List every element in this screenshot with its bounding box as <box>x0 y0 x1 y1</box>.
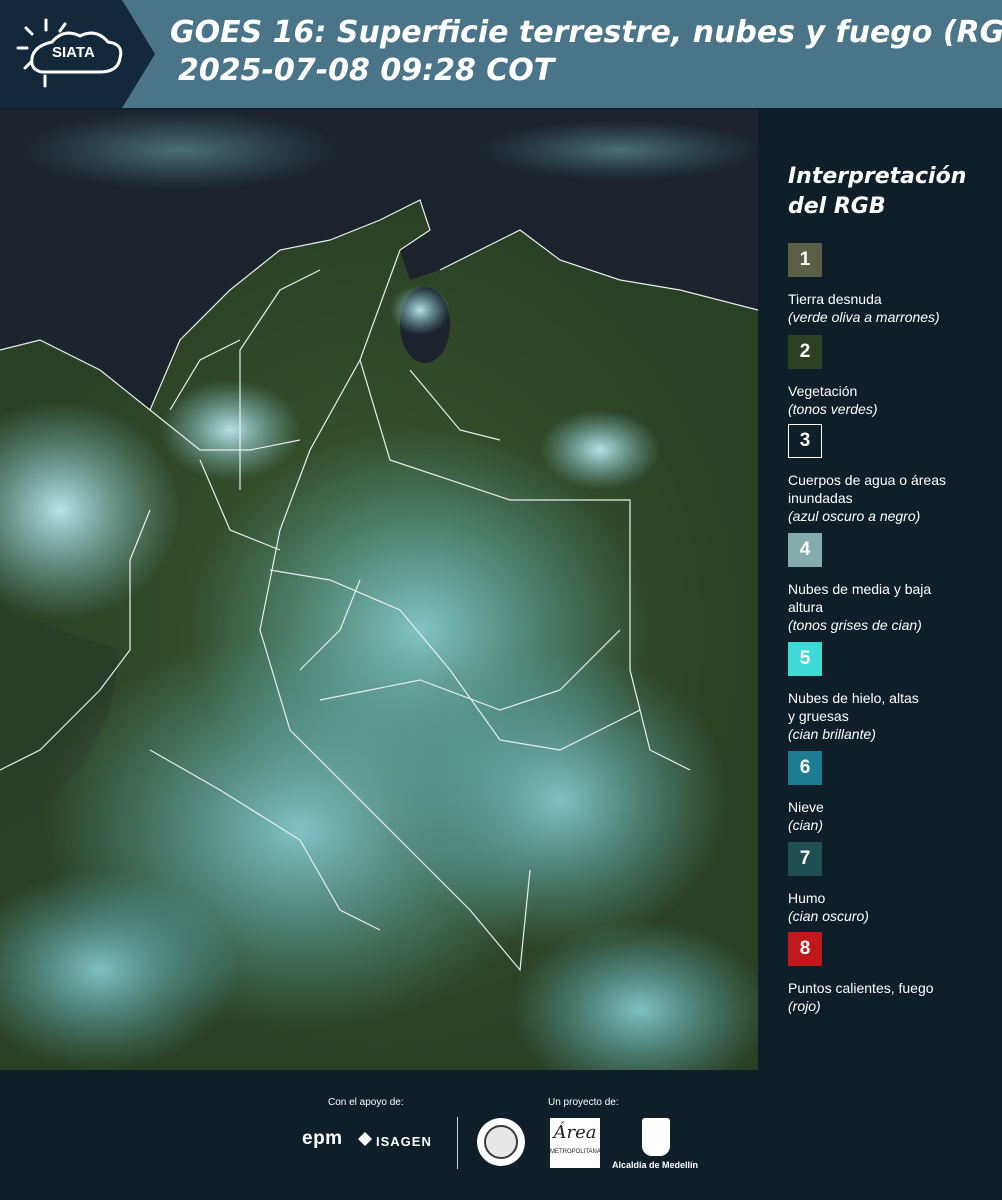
legend-label: Tierra desnuda <box>788 291 882 307</box>
header: SIATA GOES 16: Superficie terrestre, nub… <box>0 0 1002 108</box>
legend-desc: (cian) <box>788 817 824 833</box>
legend-item-5: 5 Nubes de hielo, altas y gruesas (cian … <box>788 642 1000 743</box>
legend-item-8: 8 Puntos calientes, fuego (rojo) <box>788 932 1000 1015</box>
title-line-2: 2025-07-08 09:28 COT <box>178 53 555 88</box>
legend-swatch: 4 <box>788 533 822 567</box>
legend-desc: (rojo) <box>788 998 821 1014</box>
satellite-map <box>0 110 758 1070</box>
project-label: Un proyecto de: <box>548 1097 619 1108</box>
legend-label: Puntos calientes, fuego <box>788 980 934 996</box>
page-title: GOES 16: Superficie terrestre, nubes y f… <box>170 14 1002 90</box>
legend-title-line-2: del RGB <box>788 194 886 219</box>
legend-swatch: 3 <box>788 424 822 458</box>
legend-label: Humo <box>788 890 826 906</box>
support-label: Con el apoyo de: <box>328 1097 404 1108</box>
area-logo-text: Área <box>553 1122 597 1143</box>
legend-item-1: 1 Tierra desnuda (verde oliva a marrones… <box>788 243 1000 326</box>
legend-label: Nubes de hielo, altas y gruesas <box>788 690 919 724</box>
legend-label: Nieve <box>788 799 824 815</box>
legend-desc: (cian brillante) <box>788 726 876 742</box>
siata-logo[interactable]: SIATA <box>0 0 155 108</box>
legend-desc: (azul oscuro a negro) <box>788 508 921 524</box>
legend-swatch: 7 <box>788 842 822 876</box>
legend-label: Nubes de media y baja altura <box>788 581 932 615</box>
medellin-label: Alcaldía de Medellín <box>612 1160 699 1170</box>
legend-label: Cuerpos de agua o áreas inundadas <box>788 472 946 506</box>
epm-logo[interactable]: epm <box>302 1128 343 1150</box>
logo-text: SIATA <box>52 44 95 61</box>
legend-panel: Interpretación del RGB 1 Tierra desnuda … <box>760 110 1002 1070</box>
legend-item-3: 3 Cuerpos de agua o áreas inundadas (azu… <box>788 424 1000 525</box>
isagen-logo[interactable]: ISAGEN <box>376 1134 432 1149</box>
title-line-1: GOES 16: Superficie terrestre, nubes y f… <box>170 15 1002 50</box>
legend-item-2: 2 Vegetación (tonos verdes) <box>788 335 1000 418</box>
legend-item-7: 7 Humo (cian oscuro) <box>788 842 1000 925</box>
footer: Con el apoyo de: Un proyecto de: epm ISA… <box>0 1070 1002 1200</box>
legend-desc: (tonos grises de cian) <box>788 617 922 633</box>
satellite-image <box>0 110 758 1070</box>
legend-swatch: 5 <box>788 642 822 676</box>
footer-divider <box>457 1117 458 1169</box>
legend-title-line-1: Interpretación <box>788 164 967 189</box>
legend-swatch: 1 <box>788 243 822 277</box>
legend-title: Interpretación del RGB <box>788 162 998 222</box>
university-seal-icon[interactable] <box>477 1118 525 1166</box>
area-logo-sub: METROPOLITANA <box>550 1149 601 1155</box>
legend-swatch: 6 <box>788 751 822 785</box>
legend-swatch: 2 <box>788 335 822 369</box>
legend-swatch: 8 <box>788 932 822 966</box>
medellin-shield-icon[interactable] <box>642 1118 670 1156</box>
legend-desc: (tonos verdes) <box>788 401 878 417</box>
isagen-icon <box>358 1132 372 1146</box>
area-metropolitana-logo[interactable]: Área METROPOLITANA <box>550 1118 601 1168</box>
legend-label: Vegetación <box>788 383 858 399</box>
legend-item-4: 4 Nubes de media y baja altura (tonos gr… <box>788 533 1000 634</box>
legend-desc: (verde oliva a marrones) <box>788 309 940 325</box>
legend-item-6: 6 Nieve (cian) <box>788 751 1000 834</box>
seal-inner <box>484 1125 518 1159</box>
legend-desc: (cian oscuro) <box>788 908 869 924</box>
